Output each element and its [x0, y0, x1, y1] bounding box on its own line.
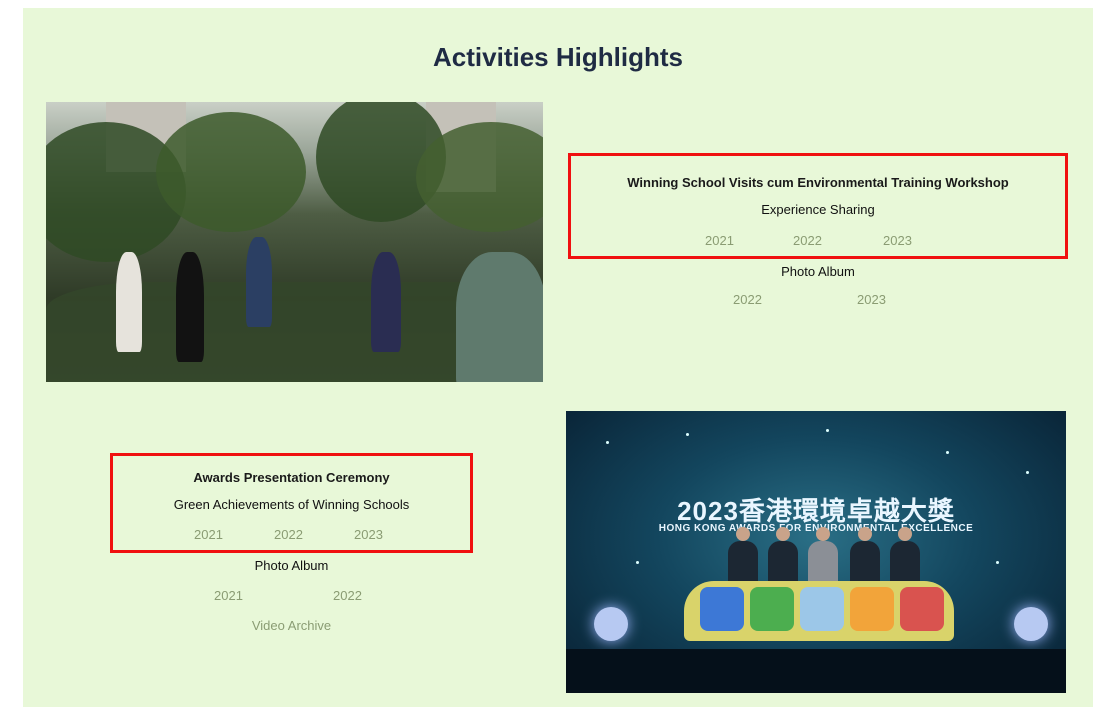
highlights-panel: Activities Highlights Winning School Vis…	[23, 8, 1093, 707]
sharing-2022-link[interactable]: 2022	[793, 233, 822, 248]
stage-light-icon	[1014, 607, 1048, 641]
visits-section: Winning School Visits cum Environmental …	[568, 175, 1068, 217]
album-2022-link[interactable]: 2022	[733, 292, 762, 307]
video-archive-link[interactable]: Video Archive	[110, 618, 473, 633]
person-figure	[371, 252, 401, 352]
person-figure	[116, 252, 142, 352]
awards-album-label: Photo Album	[254, 558, 329, 573]
sparkle	[606, 441, 609, 444]
sharing-2021-link[interactable]: 2021	[705, 233, 734, 248]
awards-album-2022-link[interactable]: 2022	[333, 588, 362, 603]
tree-shape	[156, 112, 306, 232]
visits-subheading: Experience Sharing	[761, 202, 875, 217]
achievements-2023-link[interactable]: 2023	[354, 527, 383, 542]
sparkle	[946, 451, 949, 454]
visits-heading: Winning School Visits cum Environmental …	[627, 175, 1009, 190]
album-2023-link[interactable]: 2023	[857, 292, 886, 307]
stage-light-icon	[594, 607, 628, 641]
podium-tile	[850, 587, 894, 631]
podium-tile	[750, 587, 794, 631]
person-figure	[246, 237, 272, 327]
podium-tile	[700, 587, 744, 631]
awards-album-2021-link[interactable]: 2021	[214, 588, 243, 603]
ceremony-photo[interactable]: 2023香港環境卓越大獎 HONG KONG AWARDS FOR ENVIRO…	[566, 411, 1066, 693]
visits-album-label: Photo Album	[781, 264, 855, 279]
stage-floor	[566, 649, 1066, 693]
podium-tile	[900, 587, 944, 631]
podium-tile	[800, 587, 844, 631]
awards-heading: Awards Presentation Ceremony	[193, 470, 390, 485]
achievements-2021-link[interactable]: 2021	[194, 527, 223, 542]
awards-subheading: Green Achievements of Winning Schools	[173, 497, 410, 512]
page-title: Activities Highlights	[433, 42, 683, 72]
person-figure	[176, 252, 204, 362]
sparkle	[1026, 471, 1029, 474]
visit-photo[interactable]	[46, 102, 543, 382]
sparkle	[996, 561, 999, 564]
sparkle	[686, 433, 689, 436]
achievements-2022-link[interactable]: 2022	[274, 527, 303, 542]
sparkle	[636, 561, 639, 564]
sharing-2023-link[interactable]: 2023	[883, 233, 912, 248]
sparkle	[826, 429, 829, 432]
person-figure	[456, 252, 543, 382]
awards-section: Awards Presentation Ceremony Green Achie…	[110, 470, 473, 512]
